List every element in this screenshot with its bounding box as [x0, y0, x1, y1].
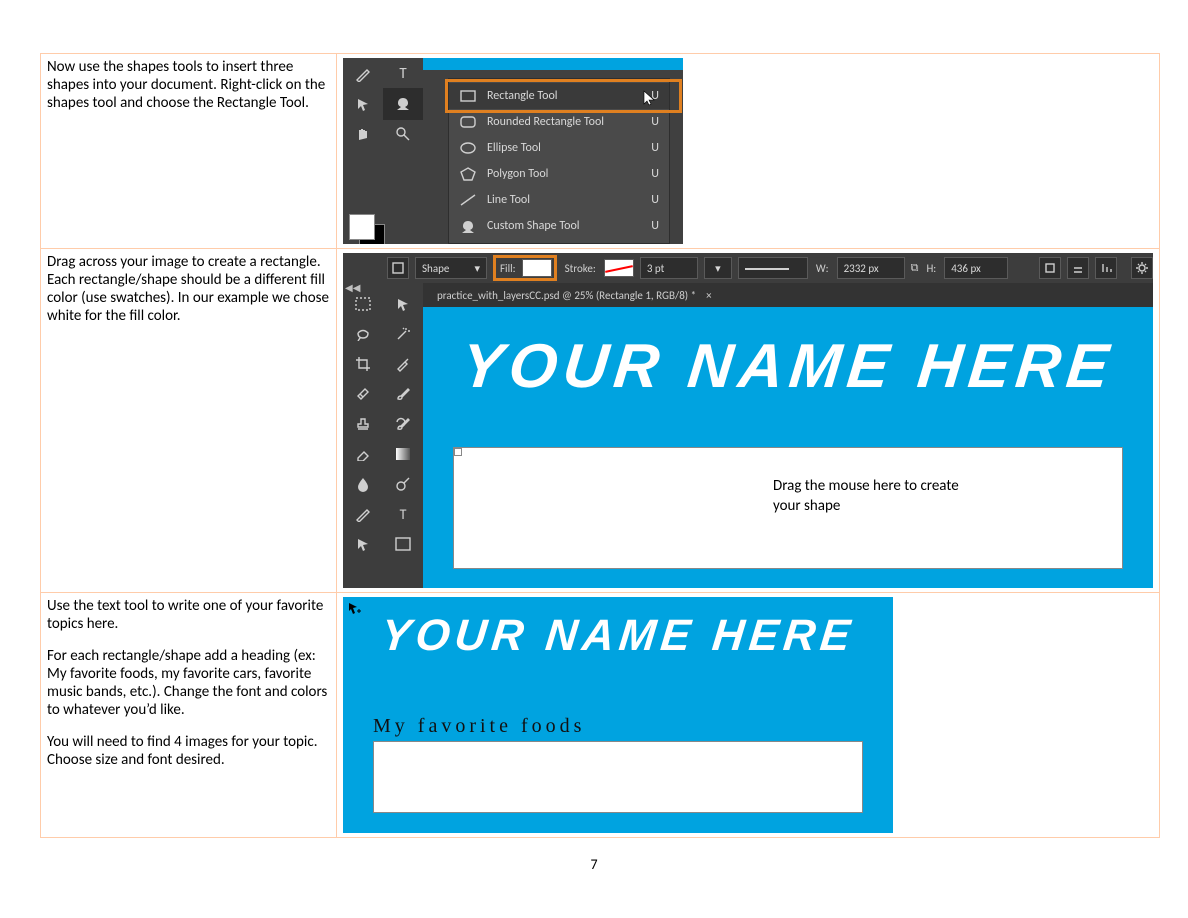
rounded-rect-icon [459, 115, 477, 129]
gear-icon[interactable] [1131, 257, 1153, 279]
kbd-shortcut: U [651, 193, 659, 207]
shape-preset-icon[interactable] [387, 257, 409, 279]
doc-tab[interactable]: practice_with_layersCC.psd @ 25% (Rectan… [437, 289, 696, 302]
row1-instruction: Now use the shapes tools to insert three… [47, 58, 325, 112]
w-field[interactable]: 2332 px [837, 257, 905, 279]
drag-hint: Drag the mouse here to create your shape [773, 477, 963, 516]
path-select-icon[interactable] [343, 88, 383, 120]
shape-tool-icon[interactable] [383, 88, 423, 120]
link-wh-icon[interactable]: ⧉ [911, 261, 919, 275]
healing-icon[interactable] [343, 379, 383, 409]
flyout-rectangle[interactable]: Rectangle Tool U [449, 83, 669, 109]
w-label: W: [814, 262, 831, 275]
flyout-custom-label: Custom Shape Tool [487, 219, 580, 233]
rectangle-icon [459, 89, 477, 103]
doc-tab-strip: practice_with_layersCC.psd @ 25% (Rectan… [423, 283, 1153, 307]
lasso-icon[interactable] [343, 319, 383, 349]
topic-rectangle [373, 741, 863, 813]
stroke-label: Stroke: [563, 262, 598, 275]
move-cursor-icon [347, 601, 363, 621]
flyout-line-label: Line Tool [487, 193, 530, 207]
flyout-rounded-label: Rounded Rectangle Tool [487, 115, 604, 129]
screenshot-shape-tool-flyout: T [343, 58, 683, 244]
mouse-cursor-icon [643, 90, 657, 111]
screenshot-result: YOUR NAME HERE My favorite foods [343, 597, 893, 833]
fill-label: Fill: [498, 262, 518, 275]
eraser-icon[interactable] [343, 439, 383, 469]
sample-heading: My favorite foods [373, 715, 585, 738]
shape-mode-select[interactable]: Shape▾ [415, 257, 487, 279]
flyout-custom[interactable]: Custom Shape Tool U [449, 213, 669, 239]
path-options-icon[interactable] [1095, 257, 1117, 279]
fill-swatch[interactable] [522, 259, 552, 277]
rect-tool2-icon[interactable] [383, 529, 423, 559]
ps-canvas: YOUR NAME HERE Drag the mouse here to cr… [423, 307, 1153, 588]
kbd-shortcut: U [651, 141, 659, 155]
align-icon[interactable] [1039, 257, 1061, 279]
shape-mode-label: Shape [422, 262, 449, 275]
row1-image-cell: T [337, 54, 1160, 249]
path-select2-icon[interactable] [343, 529, 383, 559]
brush-icon[interactable] [383, 379, 423, 409]
gradient-icon[interactable] [383, 439, 423, 469]
custom-shape-icon [459, 219, 477, 233]
row1-text: Now use the shapes tools to insert three… [41, 54, 337, 249]
flyout-rectangle-label: Rectangle Tool [487, 89, 558, 103]
instruction-table: Now use the shapes tools to insert three… [40, 53, 1160, 838]
shape-tool-flyout-menu: Rectangle Tool U Rounded Rectangle Tool … [448, 78, 670, 244]
stroke-width-field[interactable]: 3 pt [640, 257, 698, 279]
row2-instruction: Drag across your image to create a recta… [47, 253, 329, 325]
screenshot-draw-rectangle: Shape▾ Fill: Stroke: 3 pt ▾ W: 2332 px ⧉… [343, 253, 1153, 588]
polygon-icon [459, 167, 477, 181]
zoom-tool-icon[interactable] [383, 118, 423, 150]
flyout-ellipse[interactable]: Ellipse Tool U [449, 135, 669, 161]
type-tool-icon[interactable]: T [383, 58, 423, 90]
history-brush-icon[interactable] [383, 409, 423, 439]
crop-icon[interactable] [343, 349, 383, 379]
flyout-rounded-rect[interactable]: Rounded Rectangle Tool U [449, 109, 669, 135]
move-tool-icon[interactable] [383, 289, 423, 319]
wand-icon[interactable] [383, 319, 423, 349]
stroke-swatch[interactable] [604, 259, 634, 277]
flyout-ellipse-label: Ellipse Tool [487, 141, 541, 155]
line-icon [459, 193, 477, 207]
row3-instruction-b: For each rectangle/shape add a heading (… [47, 647, 330, 719]
row3-instruction-a: Use the text tool to write one of your f… [47, 597, 330, 633]
stroke-width-menu[interactable]: ▾ [704, 257, 732, 279]
row3-instruction-c: You will need to find 4 images for your … [47, 733, 330, 769]
row2-text: Drag across your image to create a recta… [41, 249, 337, 593]
type-tool2-icon[interactable]: T [383, 499, 423, 529]
h-label: H: [924, 262, 938, 275]
close-tab-icon[interactable]: × [706, 289, 711, 302]
kbd-shortcut: U [651, 219, 659, 233]
flyout-polygon-label: Polygon Tool [487, 167, 548, 181]
dodge-icon[interactable] [383, 469, 423, 499]
h-field[interactable]: 436 px [944, 257, 1008, 279]
sample-headline: YOUR NAME HERE [449, 331, 1126, 402]
flyout-polygon[interactable]: Polygon Tool U [449, 161, 669, 187]
fill-highlight: Fill: [493, 255, 557, 281]
ps-tool-palette-2: ◀◀ T [343, 283, 423, 588]
row2-image-cell: Shape▾ Fill: Stroke: 3 pt ▾ W: 2332 px ⧉… [337, 249, 1160, 593]
arrange-icon[interactable] [1067, 257, 1089, 279]
pen-tool2-icon[interactable] [343, 499, 383, 529]
ellipse-icon [459, 141, 477, 155]
options-bar: Shape▾ Fill: Stroke: 3 pt ▾ W: 2332 px ⧉… [343, 253, 1153, 283]
kbd-shortcut: U [651, 115, 659, 129]
eyedropper-icon[interactable] [383, 349, 423, 379]
kbd-shortcut: U [651, 167, 659, 181]
pen-tool-icon[interactable] [343, 58, 383, 90]
flyout-line[interactable]: Line Tool U [449, 187, 669, 213]
stamp-icon[interactable] [343, 409, 383, 439]
collapse-palette-icon[interactable]: ◀◀ [345, 281, 360, 294]
hand-tool-icon[interactable] [343, 118, 383, 150]
ps-tool-palette: T [343, 58, 423, 244]
stroke-style[interactable] [738, 257, 808, 279]
row3-image-cell: YOUR NAME HERE My favorite foods [337, 593, 1160, 838]
row3-text: Use the text tool to write one of your f… [41, 593, 337, 838]
sample-headline-2: YOUR NAME HERE [360, 611, 875, 661]
blur-icon[interactable] [343, 469, 383, 499]
page-number: 7 [0, 856, 1188, 873]
